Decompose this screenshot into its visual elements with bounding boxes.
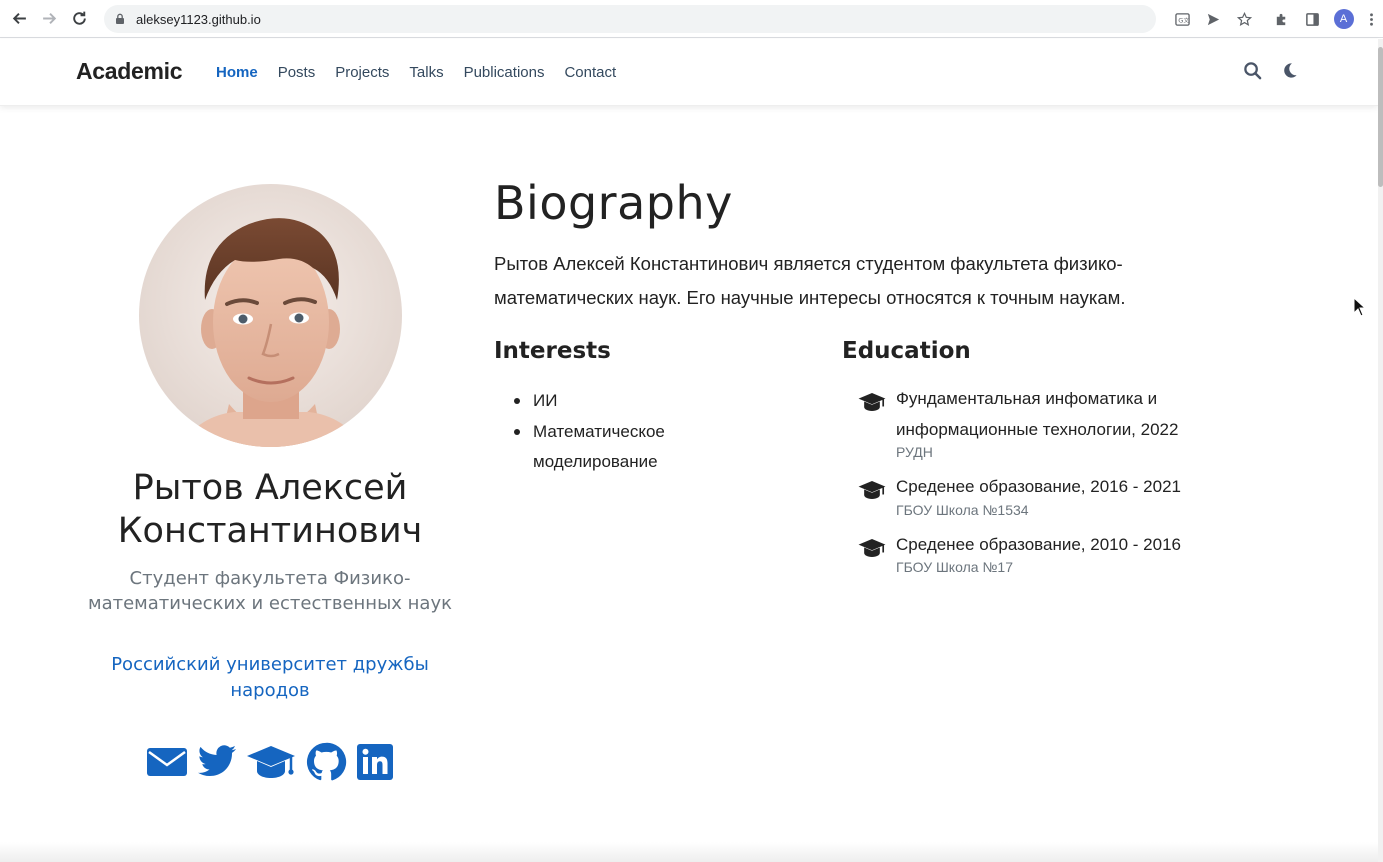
envelope-icon — [147, 748, 187, 776]
arrow-right-icon — [42, 13, 56, 24]
bookmark-button[interactable] — [1229, 0, 1260, 38]
biography-text: Рытов Алексей Константинович является ст… — [494, 253, 1126, 308]
page-bottom-edge — [0, 842, 1378, 862]
interests-list: ИИ Математическое моделирование — [514, 386, 734, 478]
browser-menu-button[interactable] — [1359, 0, 1383, 38]
star-icon — [1237, 11, 1252, 26]
twitter-link[interactable] — [197, 744, 237, 780]
theme-toggle-button[interactable] — [1280, 61, 1299, 85]
translate-icon: G文 — [1175, 12, 1190, 26]
education-item: Среденее образование, 2016 - 2021 ГБОУ Ш… — [858, 472, 1228, 519]
list-item: ИИ — [514, 386, 734, 417]
puzzle-icon — [1276, 13, 1286, 25]
kebab-menu-icon — [1369, 12, 1373, 26]
github-icon — [306, 742, 347, 781]
side-panel-icon — [1306, 12, 1319, 26]
moon-icon — [1284, 63, 1297, 78]
graduation-cap-icon — [247, 746, 295, 778]
back-button[interactable] — [4, 4, 34, 34]
education-list: Фундаментальная инфоматика и информацион… — [858, 384, 1228, 576]
profile-role: Студент факультета Физико-математических… — [88, 568, 452, 614]
nav-item-publications[interactable]: Publications — [464, 64, 545, 81]
profile-name: Рытов Алексей Константинович — [117, 468, 423, 551]
education-item: Фундаментальная инфоматика и информацион… — [858, 384, 1228, 461]
education-course: Среденее образование, 2010 - 2016 — [896, 534, 1181, 554]
education-course: Среденее образование, 2016 - 2021 — [896, 477, 1181, 496]
send-button[interactable] — [1198, 0, 1229, 38]
nav-item-projects[interactable]: Projects — [335, 64, 389, 81]
social-links — [146, 742, 394, 782]
email-link[interactable] — [146, 745, 188, 779]
site-navbar: Academic Home Posts Projects Talks Publi… — [0, 39, 1378, 106]
linkedin-link[interactable] — [356, 743, 394, 781]
url-text: aleksey1123.github.io — [136, 11, 261, 27]
nav-item-talks[interactable]: Talks — [409, 64, 443, 81]
lock-icon — [116, 13, 124, 24]
profile-button[interactable]: A — [1328, 0, 1359, 38]
profile-organization-link[interactable]: Российский университет дружбы народов — [70, 652, 470, 704]
site-brand[interactable]: Academic — [76, 58, 183, 85]
education-institution: ГБОУ Школа №1534 — [896, 501, 1029, 518]
arrow-left-icon — [12, 13, 26, 24]
graduation-cap-icon — [858, 481, 886, 499]
reload-icon — [72, 11, 86, 25]
send-icon — [1207, 13, 1220, 25]
forward-button[interactable] — [34, 4, 64, 34]
github-link[interactable] — [305, 742, 347, 782]
scrollbar-thumb[interactable] — [1378, 47, 1383, 187]
nav-item-contact[interactable]: Contact — [564, 64, 616, 81]
scholar-link[interactable] — [246, 743, 296, 781]
twitter-icon — [198, 745, 236, 777]
svg-text:文: 文 — [1183, 16, 1189, 24]
main-menu: Home Posts Projects Talks Publications C… — [216, 39, 616, 106]
interests-heading: Interests — [494, 338, 611, 364]
education-institution: ГБОУ Школа №17 — [896, 559, 1014, 575]
education-heading: Education — [842, 338, 971, 364]
profile-avatar-photo — [139, 184, 402, 447]
page-scrollbar[interactable] — [1378, 39, 1383, 862]
nav-item-posts[interactable]: Posts — [278, 64, 316, 81]
nav-item-home[interactable]: Home — [216, 64, 258, 81]
profile-avatar: A — [1333, 9, 1354, 29]
graduation-cap-icon — [858, 538, 886, 557]
translate-button[interactable]: G文 — [1167, 0, 1198, 38]
education-course: Фундаментальная инфоматика и информацион… — [896, 389, 1179, 439]
graduation-cap-icon — [858, 393, 886, 411]
education-institution: РУДН — [896, 444, 933, 460]
search-button[interactable] — [1243, 61, 1262, 85]
biography-heading: Biography — [494, 176, 733, 230]
list-item: Математическое моделирование — [514, 417, 734, 478]
address-bar[interactable]: aleksey1123.github.io — [104, 5, 1156, 33]
browser-toolbar: aleksey1123.github.io G文 A — [0, 0, 1383, 38]
education-item: Среденее образование, 2010 - 2016 ГБОУ Ш… — [858, 530, 1228, 577]
reload-button[interactable] — [64, 4, 94, 34]
extensions-button[interactable] — [1266, 0, 1297, 38]
side-panel-button[interactable] — [1297, 0, 1328, 38]
mouse-cursor-icon — [1353, 297, 1366, 317]
linkedin-icon — [357, 744, 393, 780]
search-icon — [1244, 62, 1262, 80]
